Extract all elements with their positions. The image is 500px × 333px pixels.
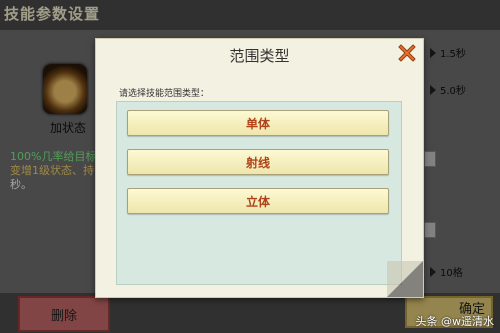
- option-single[interactable]: 单体: [127, 110, 389, 136]
- close-icon: [398, 44, 416, 62]
- option-volume[interactable]: 立体: [127, 188, 389, 214]
- close-button[interactable]: [395, 41, 419, 65]
- dialog-title: 范围类型: [229, 47, 290, 65]
- option-list: 单体 射线 立体: [116, 101, 402, 285]
- watermark: 头条 @w遥清水: [415, 315, 495, 328]
- range-type-dialog: 范围类型 请选择技能范围类型： 单体 射线 立体: [95, 38, 424, 298]
- page-fold-corner: [387, 261, 423, 297]
- dialog-prompt: 请选择技能范围类型：: [119, 89, 210, 99]
- option-ray[interactable]: 射线: [127, 149, 389, 175]
